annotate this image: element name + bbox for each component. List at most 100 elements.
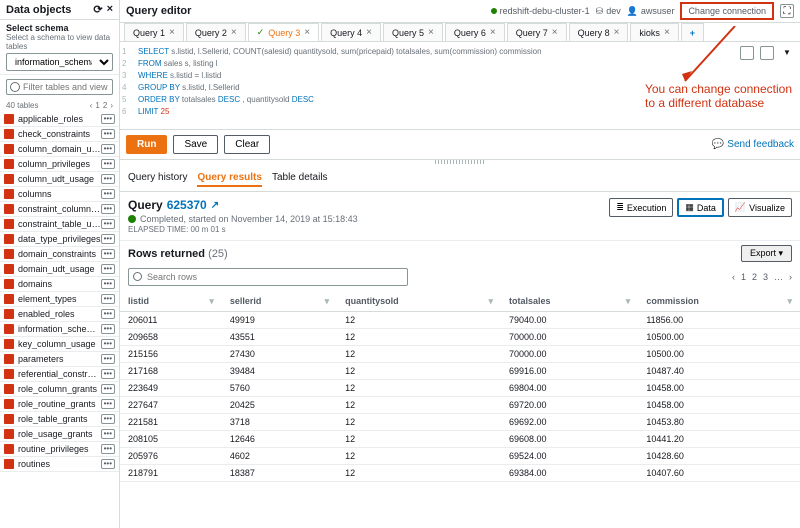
query-tab[interactable]: Query 2× [186,23,246,41]
more-icon[interactable]: ••• [101,114,115,124]
col-header[interactable]: sellerid▾ [222,292,337,312]
sort-icon[interactable]: ▾ [209,296,214,307]
table-item[interactable]: information_schema_catalog_...••• [0,322,119,337]
editor-history-icon[interactable] [760,46,774,60]
close-icon[interactable]: × [169,27,175,38]
search-rows-input[interactable] [128,268,408,286]
more-icon[interactable]: ••• [101,459,115,469]
table-row[interactable]: 209658435511270000.0010500.00 [120,329,800,346]
col-header[interactable]: totalsales▾ [501,292,638,312]
table-item[interactable]: enabled_roles••• [0,307,119,322]
table-item[interactable]: routine_privileges••• [0,442,119,457]
more-icon[interactable]: ••• [101,429,115,439]
query-id-link[interactable]: 625370 [167,198,207,212]
more-icon[interactable]: ••• [101,234,115,244]
clear-button[interactable]: Clear [224,135,270,154]
table-item[interactable]: applicable_roles••• [0,112,119,127]
col-header[interactable]: commission▾ [638,292,800,312]
close-icon[interactable]: × [552,27,558,38]
expand-icon[interactable]: ⛶ [780,4,794,18]
query-tab[interactable]: Query 4× [321,23,381,41]
table-item[interactable]: column_privileges••• [0,157,119,172]
more-icon[interactable]: ••• [101,249,115,259]
schema-select[interactable]: information_schema [6,53,113,71]
refresh-icon[interactable]: ⟳ [93,3,102,16]
col-header[interactable]: quantitysold▾ [337,292,501,312]
query-tab[interactable]: Query 3× [248,23,319,41]
caret-down-icon[interactable]: ▼ [780,46,794,60]
table-item[interactable]: routines••• [0,457,119,472]
table-row[interactable]: 218791183871269384.0010407.60 [120,465,800,482]
table-row[interactable]: 227647204251269720.0010458.00 [120,397,800,414]
more-icon[interactable]: ••• [101,219,115,229]
more-icon[interactable]: ••• [101,129,115,139]
table-item[interactable]: element_types••• [0,292,119,307]
more-icon[interactable]: ••• [101,204,115,214]
more-icon[interactable]: ••• [101,354,115,364]
data-button[interactable]: ▦Data [677,198,724,217]
table-item[interactable]: column_domain_usage••• [0,142,119,157]
more-icon[interactable]: ••• [101,324,115,334]
table-item[interactable]: role_table_grants••• [0,412,119,427]
sort-icon[interactable]: ▾ [325,296,330,307]
query-tab[interactable]: Query 7× [507,23,567,41]
tab-history[interactable]: Query history [128,170,187,187]
more-icon[interactable]: ••• [101,414,115,424]
table-item[interactable]: constraint_column_usage••• [0,202,119,217]
table-item[interactable]: domain_constraints••• [0,247,119,262]
more-icon[interactable]: ••• [101,264,115,274]
feedback-link[interactable]: 💬Send feedback [712,135,794,154]
query-tab[interactable]: Query 8× [569,23,629,41]
editor-settings-icon[interactable] [740,46,754,60]
sql-editor[interactable]: ▼ 1SELECT s.listid, l.Sellerid, COUNT(sa… [120,42,800,130]
table-row[interactable]: 22158137181269692.0010453.80 [120,414,800,431]
table-row[interactable]: 208105126461269608.0010441.20 [120,431,800,448]
query-tab[interactable]: kioks× [630,23,678,41]
table-item[interactable]: domains••• [0,277,119,292]
close-icon[interactable]: × [490,27,496,38]
query-tab[interactable]: Query 5× [383,23,443,41]
table-item[interactable]: data_type_privileges••• [0,232,119,247]
table-item[interactable]: role_usage_grants••• [0,427,119,442]
external-link-icon[interactable]: ↗ [211,200,219,211]
page-next-icon[interactable]: › [110,101,113,110]
table-item[interactable]: role_routine_grants••• [0,397,119,412]
table-item[interactable]: key_column_usage••• [0,337,119,352]
page-prev-icon[interactable]: ‹ [90,101,93,110]
tab-results[interactable]: Query results [197,170,261,187]
more-icon[interactable]: ••• [101,369,115,379]
close-icon[interactable]: × [231,27,237,38]
more-icon[interactable]: ••• [101,294,115,304]
more-icon[interactable]: ••• [101,309,115,319]
table-item[interactable]: constraint_table_usage••• [0,217,119,232]
more-icon[interactable]: ••• [101,399,115,409]
filter-input[interactable] [6,79,113,95]
close-icon[interactable]: × [664,27,670,38]
query-tab[interactable]: Query 6× [445,23,505,41]
export-button[interactable]: Export ▾ [741,245,792,262]
close-icon[interactable]: × [428,27,434,38]
tab-table-details[interactable]: Table details [272,170,328,187]
close-icon[interactable]: × [107,3,113,16]
close-icon[interactable]: × [304,27,310,38]
more-icon[interactable]: ••• [101,144,115,154]
query-tab[interactable]: Query 1× [124,23,184,41]
more-icon[interactable]: ••• [101,189,115,199]
add-tab-button[interactable]: + [681,23,704,41]
col-header[interactable]: listid▾ [120,292,222,312]
run-button[interactable]: Run [126,135,167,154]
save-button[interactable]: Save [173,135,218,154]
more-icon[interactable]: ••• [101,339,115,349]
page-next-icon[interactable]: › [789,272,792,282]
table-row[interactable]: 215156274301270000.0010500.00 [120,346,800,363]
close-icon[interactable]: × [614,27,620,38]
more-icon[interactable]: ••• [101,444,115,454]
table-row[interactable]: 22364957601269804.0010458.00 [120,380,800,397]
table-row[interactable]: 20597646021269524.0010428.60 [120,448,800,465]
sort-icon[interactable]: ▾ [787,296,792,307]
more-icon[interactable]: ••• [101,384,115,394]
execution-button[interactable]: ≣Execution [609,198,673,217]
more-icon[interactable]: ••• [101,279,115,289]
table-item[interactable]: check_constraints••• [0,127,119,142]
more-icon[interactable]: ••• [101,174,115,184]
